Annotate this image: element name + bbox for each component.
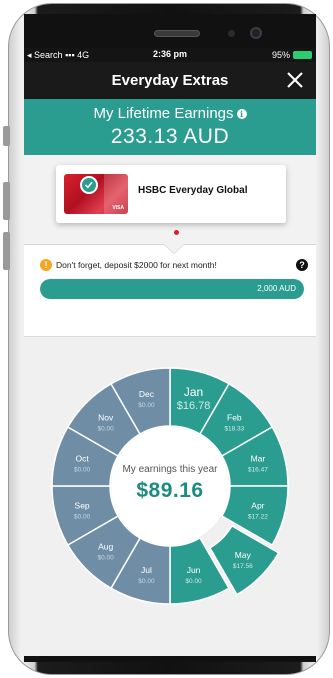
month-value: $16.78 <box>177 400 211 412</box>
month-label: Apr <box>251 501 264 511</box>
lifetime-earnings-label-row: My Lifetime Earnings i <box>24 105 316 122</box>
card-item[interactable]: VISA HSBC Everyday Global <box>56 165 286 223</box>
front-camera <box>250 27 262 39</box>
mute-switch <box>3 126 10 146</box>
lifetime-earnings-header: My Lifetime Earnings i 233.13 AUD <box>24 99 316 155</box>
month-label: Oct <box>75 453 89 463</box>
close-icon[interactable] <box>282 67 308 93</box>
month-value: $0.00 <box>74 514 91 521</box>
proximity-sensor <box>228 30 235 37</box>
battery-icon <box>293 51 312 59</box>
deposit-progress-bar: 2,000 AUD <box>40 279 304 299</box>
deposit-reminder-text: Don't forget, deposit $2000 for next mon… <box>56 260 217 270</box>
earnings-this-year-value: $89.16 <box>136 479 204 502</box>
month-label: Mar <box>251 453 266 463</box>
card-name: HSBC Everyday Global <box>138 185 248 196</box>
month-label: Jun <box>187 565 201 575</box>
checkmark-icon <box>80 176 98 194</box>
month-value: $0.00 <box>185 578 202 585</box>
month-value: $17.56 <box>233 563 253 570</box>
card-carousel[interactable]: VISA HSBC Everyday Global <box>24 155 316 245</box>
help-icon[interactable]: ? <box>296 259 308 271</box>
phone-bottom-bezel <box>24 656 316 662</box>
warning-icon: ! <box>40 259 52 271</box>
page-title: Everyday Extras <box>111 72 229 89</box>
deposit-reminder: ! Don't forget, deposit $2000 for next m… <box>24 257 316 303</box>
speaker-grille <box>154 30 200 37</box>
lifetime-earnings-value: 233.13 AUD <box>110 125 230 148</box>
deposit-progress-label: 2,000 AUD <box>257 284 296 293</box>
app-screen: ◂ Search ▪▪▪ 4G 2:36 pm 95% Everyday Ext… <box>24 48 316 656</box>
wheel-center: My earnings this year $89.16 <box>110 426 230 546</box>
month-value: $17.22 <box>248 514 268 521</box>
status-bar: ◂ Search ▪▪▪ 4G 2:36 pm 95% <box>24 48 316 62</box>
month-value: $0.00 <box>74 466 91 473</box>
month-value: $16.47 <box>248 466 268 473</box>
month-value: $0.00 <box>98 554 115 561</box>
nav-bar: Everyday Extras <box>24 62 316 99</box>
month-label: Dec <box>139 389 155 399</box>
section-divider <box>24 244 316 257</box>
volume-down-button <box>3 232 10 270</box>
month-value: $0.00 <box>138 402 155 409</box>
month-label: May <box>235 550 252 560</box>
info-icon[interactable]: i <box>236 109 247 119</box>
lifetime-earnings-label: My Lifetime Earnings <box>93 105 234 122</box>
battery-percentage: 95% <box>271 50 290 60</box>
month-label: Sep <box>75 501 90 511</box>
carousel-page-indicator <box>174 230 179 235</box>
earnings-this-year-label: My earnings this year <box>122 464 218 475</box>
month-label: Nov <box>98 413 114 423</box>
earnings-wheel-section: Jan $16.78 Feb $18.33 Mar $16.47 Apr $17.22 May $… <box>24 336 316 656</box>
card-brand-mark: VISA <box>112 205 124 211</box>
month-value: $0.00 <box>138 578 155 585</box>
volume-up-button <box>3 182 10 220</box>
month-label: Jan <box>184 385 203 399</box>
month-label: Feb <box>227 413 242 423</box>
month-label: Jul <box>141 565 152 575</box>
